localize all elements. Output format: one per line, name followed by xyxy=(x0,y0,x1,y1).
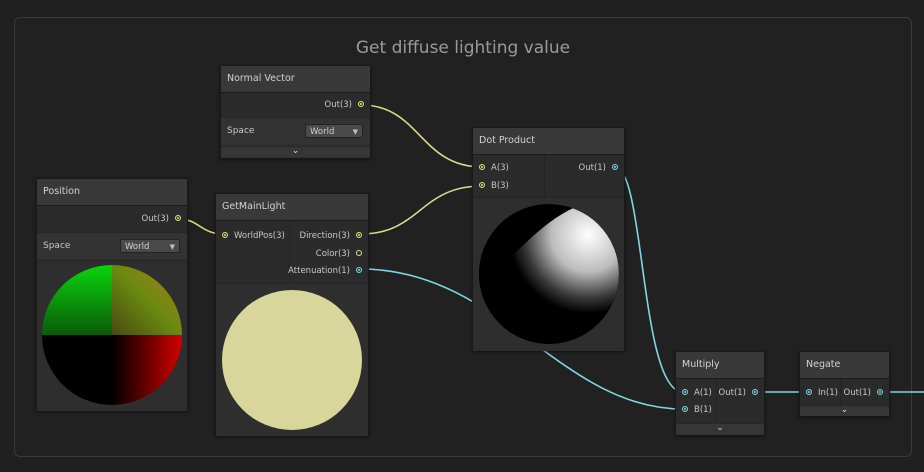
port-label: B(1) xyxy=(694,405,712,415)
node-negate[interactable]: Negate In(1) Out(1) ⌄ xyxy=(799,351,890,417)
node-title[interactable]: Dot Product xyxy=(473,128,624,155)
wire-direction-to-dot-b xyxy=(360,185,483,235)
output-port-icon[interactable] xyxy=(356,266,362,273)
node-title[interactable]: Negate xyxy=(800,352,889,379)
input-port-icon[interactable] xyxy=(682,405,688,412)
chevron-down-icon: ⌄ xyxy=(840,405,849,415)
output-port-icon[interactable] xyxy=(877,388,883,395)
node-title[interactable]: Multiply xyxy=(676,352,764,379)
node-normal-vector[interactable]: Normal Vector Out(3) Space World ▼ ⌄ xyxy=(220,65,371,159)
expand-button[interactable]: ⌄ xyxy=(800,405,889,416)
wire-dot-out-to-multiply-a xyxy=(614,166,684,393)
node-multiply[interactable]: Multiply A(1) B(1) Out(1) ⌄ xyxy=(675,351,765,436)
space-value: World xyxy=(310,127,335,137)
input-port-icon[interactable] xyxy=(682,388,688,395)
output-port-icon[interactable] xyxy=(358,100,364,107)
port-label: A(1) xyxy=(694,388,712,398)
port-label: In(1) xyxy=(818,388,838,398)
node-title[interactable]: Normal Vector xyxy=(221,66,370,93)
node-dot-product[interactable]: Dot Product A(3) B(3) Out(1) xyxy=(472,127,625,351)
space-label: Space xyxy=(43,241,71,251)
node-title[interactable]: Position xyxy=(37,179,187,206)
node-preview xyxy=(216,283,368,436)
space-dropdown[interactable]: World ▼ xyxy=(305,124,363,138)
node-position[interactable]: Position Out(3) Space World ▼ xyxy=(36,178,188,411)
triangle-down-icon: ▼ xyxy=(169,243,175,251)
output-port-icon[interactable] xyxy=(356,249,362,256)
port-label: Color(3) xyxy=(315,249,350,259)
node-preview xyxy=(473,197,624,351)
output-port-icon[interactable] xyxy=(356,231,362,238)
input-port-icon[interactable] xyxy=(479,163,485,170)
input-port-icon[interactable] xyxy=(806,388,812,395)
light-color-preview-circle xyxy=(222,290,362,430)
port-label: Out(3) xyxy=(324,100,352,110)
output-port-icon[interactable] xyxy=(175,214,181,221)
port-label: Attenuation(1) xyxy=(288,266,350,276)
chevron-down-icon: ⌄ xyxy=(291,146,300,156)
port-label: Out(1) xyxy=(843,388,871,398)
node-preview xyxy=(37,260,187,411)
output-port-icon[interactable] xyxy=(752,388,758,395)
position-preview-sphere xyxy=(42,265,182,405)
port-label: Direction(3) xyxy=(299,231,350,241)
input-port-icon[interactable] xyxy=(222,231,228,238)
port-label: Out(3) xyxy=(141,214,169,224)
dot-product-preview-sphere xyxy=(479,204,619,344)
output-port-icon[interactable] xyxy=(612,163,618,170)
space-dropdown[interactable]: World ▼ xyxy=(120,239,180,253)
input-port-icon[interactable] xyxy=(479,181,485,188)
expand-button[interactable]: ⌄ xyxy=(676,423,764,434)
expand-button[interactable]: ⌄ xyxy=(221,146,370,157)
wire-normal-to-dot-a xyxy=(360,104,483,168)
port-label: Out(1) xyxy=(718,388,746,398)
port-label: Out(1) xyxy=(578,163,606,173)
node-get-main-light[interactable]: GetMainLight WorldPos(3) Direction(3) Co… xyxy=(215,193,369,436)
port-label: B(3) xyxy=(491,181,509,191)
port-label: A(3) xyxy=(491,163,509,173)
space-value: World xyxy=(125,242,150,252)
port-label: WorldPos(3) xyxy=(234,231,285,241)
space-label: Space xyxy=(227,126,255,136)
triangle-down-icon: ▼ xyxy=(352,128,358,136)
node-title[interactable]: GetMainLight xyxy=(216,194,368,221)
chevron-down-icon: ⌄ xyxy=(716,423,724,433)
